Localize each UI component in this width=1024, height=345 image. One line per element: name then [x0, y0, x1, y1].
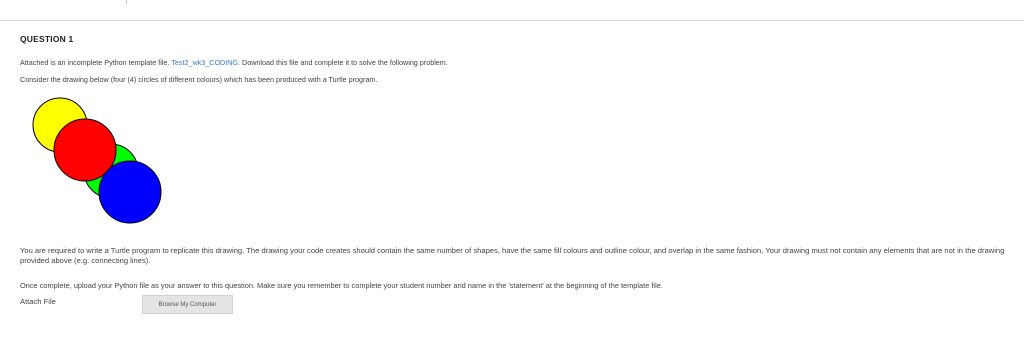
- intro-line: Attached is an incomplete Python templat…: [20, 58, 448, 67]
- top-divider: [0, 20, 1024, 21]
- question-title: QUESTION 1: [20, 34, 74, 44]
- question-page: QUESTION 1 Attached is an incomplete Pyt…: [0, 0, 1024, 345]
- turtle-drawing: [32, 97, 162, 224]
- template-file-link[interactable]: Test2_wk3_CODING.: [171, 58, 240, 67]
- once-complete-text: Once complete, upload your Python file a…: [20, 281, 663, 290]
- intro-text: Attached is an incomplete Python templat…: [20, 58, 170, 67]
- blue-circle: [98, 160, 162, 224]
- top-tick-mark: [126, 0, 127, 4]
- intro-download-text: Download this file and complete it to so…: [242, 58, 448, 67]
- consider-text: Consider the drawing below (four (4) cir…: [20, 75, 378, 84]
- attach-file-label: Attach File: [20, 297, 56, 306]
- browse-my-computer-button[interactable]: Browse My Computer: [142, 295, 233, 314]
- requirements-text: You are required to write a Turtle progr…: [20, 246, 1005, 265]
